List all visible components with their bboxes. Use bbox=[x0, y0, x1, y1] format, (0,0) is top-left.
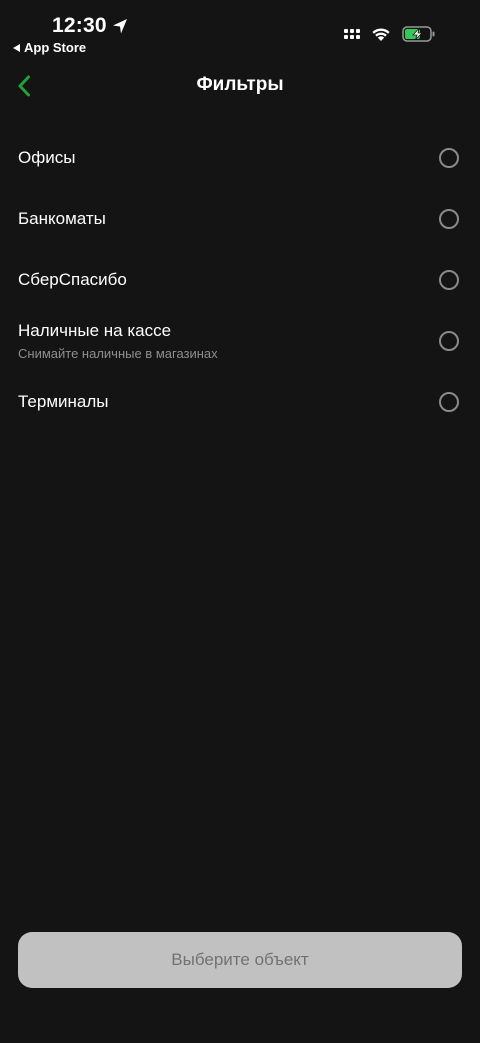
location-arrow-icon bbox=[111, 17, 129, 35]
filter-row-terminals[interactable]: Терминалы bbox=[0, 371, 480, 432]
select-object-button[interactable]: Выберите объект bbox=[18, 932, 462, 988]
status-time-text: 12:30 bbox=[52, 14, 107, 37]
status-indicators bbox=[344, 26, 436, 42]
filter-row-atms[interactable]: Банкоматы bbox=[0, 188, 480, 249]
back-app-label: App Store bbox=[24, 40, 87, 55]
radio-button[interactable] bbox=[439, 330, 459, 351]
radio-button[interactable] bbox=[439, 147, 459, 168]
filter-sublabel: Снимайте наличные в магазинах bbox=[18, 345, 218, 361]
wifi-icon bbox=[370, 26, 392, 42]
battery-charging-icon bbox=[402, 26, 436, 42]
back-triangle-icon bbox=[13, 43, 20, 52]
status-time: 12:30 bbox=[52, 14, 129, 38]
navigation-bar: Фильтры bbox=[0, 64, 480, 108]
radio-button[interactable] bbox=[439, 391, 459, 412]
page-title: Фильтры bbox=[196, 74, 284, 95]
cellular-signal-icon bbox=[344, 29, 360, 39]
filter-row-offices[interactable]: Офисы bbox=[0, 127, 480, 188]
back-to-app-store[interactable]: App Store bbox=[13, 40, 86, 55]
filter-list: Офисы Банкоматы СберСпасибо Наличные на … bbox=[0, 127, 480, 432]
radio-button[interactable] bbox=[439, 269, 459, 290]
filter-label: Терминалы bbox=[18, 391, 109, 411]
filter-label: СберСпасибо bbox=[18, 269, 127, 289]
filter-row-cash-at-checkout[interactable]: Наличные на кассе Снимайте наличные в ма… bbox=[0, 310, 480, 371]
filter-label: Банкоматы bbox=[18, 208, 106, 228]
filter-label: Офисы bbox=[18, 147, 76, 167]
radio-button[interactable] bbox=[439, 208, 459, 229]
filter-row-sberspasibo[interactable]: СберСпасибо bbox=[0, 249, 480, 310]
status-bar: 12:30 App Store bbox=[0, 0, 480, 64]
filter-label: Наличные на кассе bbox=[18, 320, 172, 340]
